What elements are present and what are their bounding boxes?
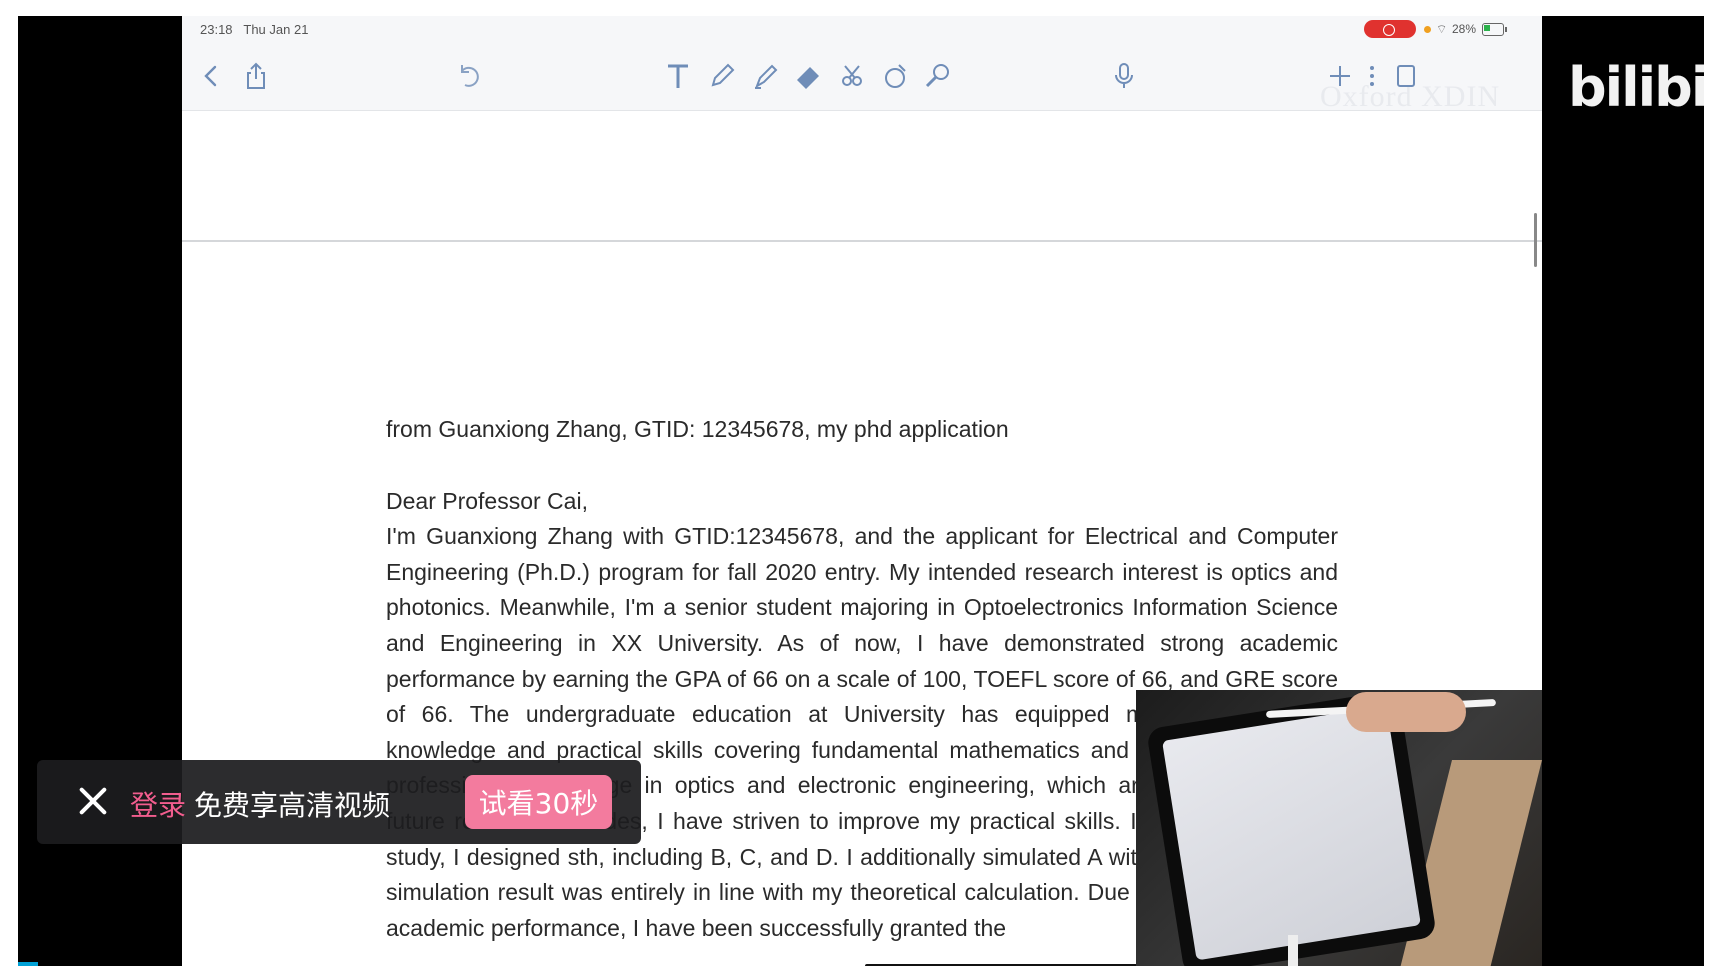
login-prompt-bar: 登录 免费享高清视频 试看30秒	[37, 760, 641, 844]
status-time: 23:18 Thu Jan 21	[200, 22, 309, 37]
doc-greeting: Dear Professor Cai,	[386, 487, 588, 514]
page-divider	[182, 240, 1542, 242]
undo-icon[interactable]	[450, 58, 486, 94]
login-message: 免费享高清视频	[194, 789, 391, 822]
bilibili-logo: bilibili	[1568, 56, 1704, 119]
shapes-icon[interactable]	[878, 58, 914, 94]
login-link[interactable]: 登录	[130, 784, 186, 824]
video-progress[interactable]	[18, 962, 38, 966]
camera-overlay-video	[1136, 690, 1542, 966]
share-icon[interactable]	[238, 58, 274, 94]
screen-record-indicator	[1364, 20, 1416, 38]
wifi-icon: ⌔	[1436, 22, 1448, 36]
tablet-screen	[1162, 705, 1421, 961]
close-icon[interactable]	[75, 783, 111, 819]
notes-toolbar: Oxford XDIN	[182, 44, 1542, 113]
battery-percent: 28%	[1452, 22, 1477, 36]
text-tool-icon[interactable]	[660, 58, 696, 94]
back-icon[interactable]	[194, 58, 230, 94]
scrollbar[interactable]	[1534, 213, 1537, 267]
more-icon[interactable]	[1354, 58, 1390, 94]
microphone-icon[interactable]	[1106, 58, 1142, 94]
trial-watch-button[interactable]: 试看30秒	[465, 775, 612, 829]
add-page-icon[interactable]	[1322, 58, 1358, 94]
lasso-icon[interactable]	[834, 58, 870, 94]
eraser-icon[interactable]	[790, 58, 826, 94]
charging-cable	[1288, 935, 1298, 966]
mic-in-use-dot	[1424, 26, 1431, 33]
pen-icon[interactable]	[704, 58, 740, 94]
hand	[1346, 692, 1466, 732]
status-bar: 23:18 Thu Jan 21 ⌔ 28%	[182, 16, 1542, 44]
highlighter-icon[interactable]	[748, 58, 784, 94]
zoom-icon[interactable]	[920, 58, 956, 94]
pages-icon[interactable]	[1388, 58, 1424, 94]
doc-from-line: from Guanxiong Zhang, GTID: 12345678, my…	[386, 416, 1009, 442]
battery-icon	[1482, 23, 1507, 36]
